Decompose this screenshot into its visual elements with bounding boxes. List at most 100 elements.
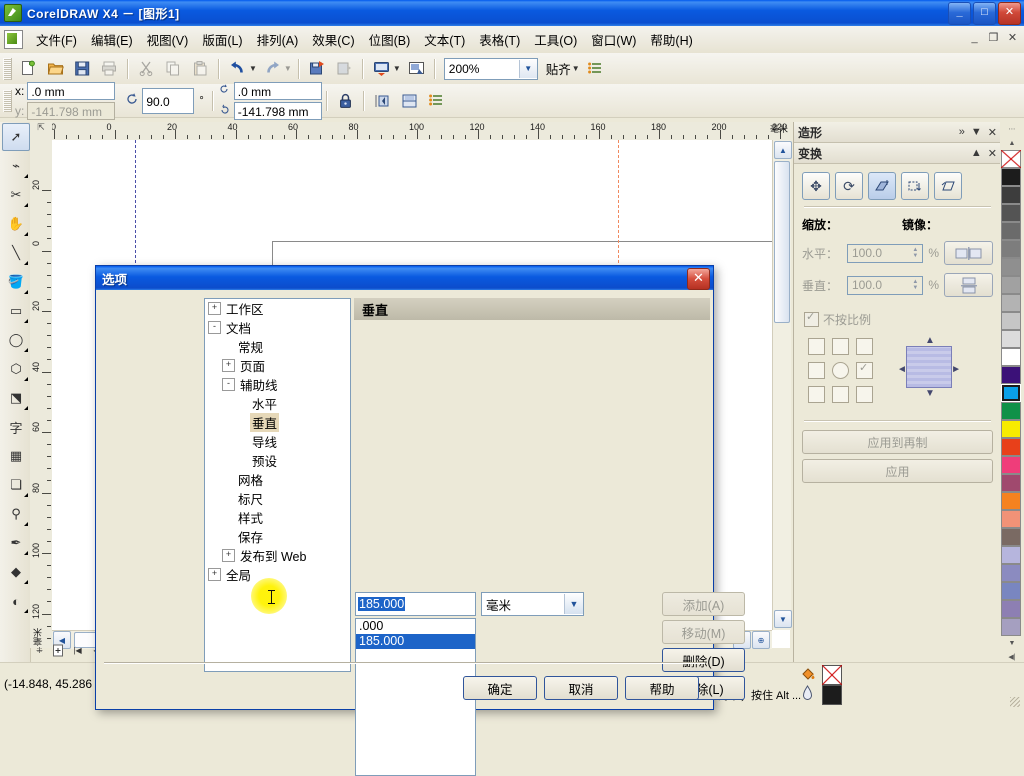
vertical-scroll-thumb[interactable] — [774, 161, 790, 323]
mirror-vertical-icon[interactable] — [397, 88, 422, 113]
cancel-button[interactable]: 取消 — [544, 676, 618, 700]
color-swatch[interactable] — [1001, 258, 1021, 276]
rotate-mode-button[interactable]: ⟳ — [835, 172, 863, 200]
help-button[interactable]: 帮助 — [625, 676, 699, 700]
guide-list-item[interactable]: 185.000 — [356, 634, 475, 649]
rectangle-tool[interactable]: ▭ — [2, 297, 30, 325]
redo-dropdown-arrow[interactable]: ▼ — [284, 64, 292, 73]
guide-value-input[interactable]: 185.000 — [355, 592, 476, 616]
anchor-middle-right[interactable] — [856, 361, 873, 379]
color-swatch[interactable] — [1001, 510, 1021, 528]
color-swatch[interactable] — [1001, 474, 1021, 492]
crop-tool[interactable]: ✂ — [2, 181, 30, 209]
tree-item[interactable]: 保存 — [205, 527, 350, 546]
outline-pen-indicator[interactable] — [800, 685, 815, 706]
dialog-close-button[interactable]: ✕ — [687, 268, 710, 290]
import-button[interactable] — [305, 56, 330, 81]
save-document-button[interactable] — [70, 56, 95, 81]
color-swatch[interactable] — [1001, 456, 1021, 474]
horizontal-ruler[interactable]: 20020406080100120140160180200220毫米 — [52, 122, 790, 141]
guide-list-item[interactable]: .000 — [356, 619, 475, 634]
vertical-scrollbar[interactable]: ▲ ▼ — [772, 140, 792, 630]
export-button[interactable] — [332, 56, 357, 81]
color-swatch[interactable] — [1001, 204, 1021, 222]
color-swatch[interactable] — [1001, 366, 1021, 384]
menu-item-tools[interactable]: 工具(O) — [527, 27, 584, 52]
new-document-button[interactable] — [16, 56, 41, 81]
color-swatch[interactable] — [1001, 402, 1021, 420]
tree-item[interactable]: - 辅助线 — [205, 375, 350, 394]
scroll-down-button[interactable]: ▼ — [774, 610, 792, 628]
tree-item[interactable]: + 全局 — [205, 565, 350, 584]
anchor-bottom-left[interactable] — [808, 386, 825, 403]
zoom-to-fit-button[interactable]: ⊕ — [752, 631, 770, 649]
shaping-collapse-icon[interactable]: ▼ — [971, 126, 982, 138]
delete-button[interactable]: 删除(D) — [662, 648, 745, 672]
tree-item[interactable]: 水平 — [205, 394, 350, 413]
freehand-tool[interactable]: ╲ — [2, 239, 30, 267]
menu-item-view[interactable]: 视图(V) — [140, 27, 196, 52]
color-swatch[interactable] — [1001, 150, 1021, 168]
resize-grip[interactable] — [1010, 697, 1020, 707]
first-page-button[interactable]: |◀ — [69, 642, 86, 659]
menu-item-arrange[interactable]: 排列(A) — [250, 27, 306, 52]
spinner-arrows-icon-2[interactable]: ▲ ▼ — [908, 277, 922, 294]
pan-tool[interactable]: ✋ — [2, 210, 30, 238]
spinner-arrows-icon[interactable]: ▲ ▼ — [908, 245, 922, 262]
color-swatch[interactable] — [1001, 276, 1021, 294]
launcher-dropdown-arrow[interactable]: ▼ — [393, 64, 401, 73]
move-button[interactable]: 移动(M) — [662, 620, 745, 644]
fill-color-swatch[interactable] — [822, 685, 842, 705]
color-swatch[interactable] — [1001, 618, 1021, 636]
anchor-top-center[interactable] — [832, 338, 849, 355]
mdi-restore-button[interactable]: ❐ — [986, 31, 1001, 46]
palette-scroll-down-button[interactable]: ▼ — [1000, 636, 1024, 650]
anchor-center[interactable] — [832, 362, 849, 379]
color-swatch[interactable] — [1001, 186, 1021, 204]
horizontal-scale-input[interactable]: 100.0 ▲ ▼ — [847, 243, 924, 263]
property-bar-grip[interactable] — [3, 89, 12, 112]
tree-item[interactable]: + 发布到 Web — [205, 546, 350, 565]
eyedropper-tool[interactable]: ⚲ — [2, 500, 30, 528]
menu-item-bitmaps[interactable]: 位图(B) — [362, 27, 418, 52]
undo-dropdown-arrow[interactable]: ▼ — [249, 64, 257, 73]
vertical-scale-input[interactable]: 100.0 ▲ ▼ — [847, 275, 924, 295]
menu-item-edit[interactable]: 编辑(E) — [84, 27, 140, 52]
color-swatch[interactable] — [1001, 438, 1021, 456]
text-tool[interactable]: 字 — [2, 413, 30, 441]
mirror-horizontal-icon[interactable] — [370, 88, 395, 113]
shape-tool[interactable]: ⌁ — [2, 152, 30, 180]
tree-expander-icon[interactable]: + — [222, 549, 235, 562]
shaping-close-icon[interactable]: ✕ — [988, 126, 997, 139]
fill-color-indicator[interactable] — [800, 665, 817, 685]
scroll-up-button[interactable]: ▲ — [774, 141, 792, 159]
print-button[interactable] — [97, 56, 122, 81]
menu-item-table[interactable]: 表格(T) — [472, 27, 527, 52]
outline-pen-tool[interactable]: ✒ — [2, 529, 30, 557]
docker-tab-shaping[interactable]: 造形 » ▼ ✕ — [794, 122, 1001, 143]
color-swatch[interactable] — [1001, 312, 1021, 330]
color-swatch[interactable] — [1001, 582, 1021, 600]
palette-scroll-up-button[interactable]: ▲ — [1000, 136, 1024, 150]
color-swatch[interactable] — [1001, 420, 1021, 438]
tree-expander-icon[interactable]: - — [222, 378, 235, 391]
maximize-button[interactable]: □ — [973, 2, 996, 25]
tree-item[interactable]: 预设 — [205, 451, 350, 470]
outline-color-swatch[interactable] — [822, 665, 842, 685]
non-proportional-checkbox-row[interactable]: 不按比例 — [804, 310, 993, 328]
blend-tool[interactable]: ❏ — [2, 471, 30, 499]
color-swatch[interactable] — [1001, 222, 1021, 240]
snap-dropdown-arrow[interactable]: ▼ — [572, 64, 580, 73]
guide-list[interactable]: .000 185.000 — [355, 618, 476, 776]
height-input[interactable]: -141.798 mm — [233, 101, 322, 120]
tree-expander-icon[interactable]: + — [208, 302, 221, 315]
anchor-top-left[interactable] — [808, 338, 825, 355]
color-swatch[interactable] — [1001, 168, 1021, 186]
apply-button[interactable]: 应用 — [802, 459, 993, 483]
application-launcher-button[interactable] — [369, 56, 394, 81]
color-swatch[interactable] — [1001, 384, 1021, 402]
position-mode-button[interactable]: ✥ — [802, 172, 830, 200]
menu-item-text[interactable]: 文本(T) — [417, 27, 472, 52]
options-tree[interactable]: + 工作区 - 文档 常规 + 页面 - 辅助线 水平 垂直 导线 预设 网格 标尺 样式 保存 + 发布到 Web… — [204, 298, 351, 672]
chevron-down-icon[interactable]: ▼ — [564, 594, 583, 614]
